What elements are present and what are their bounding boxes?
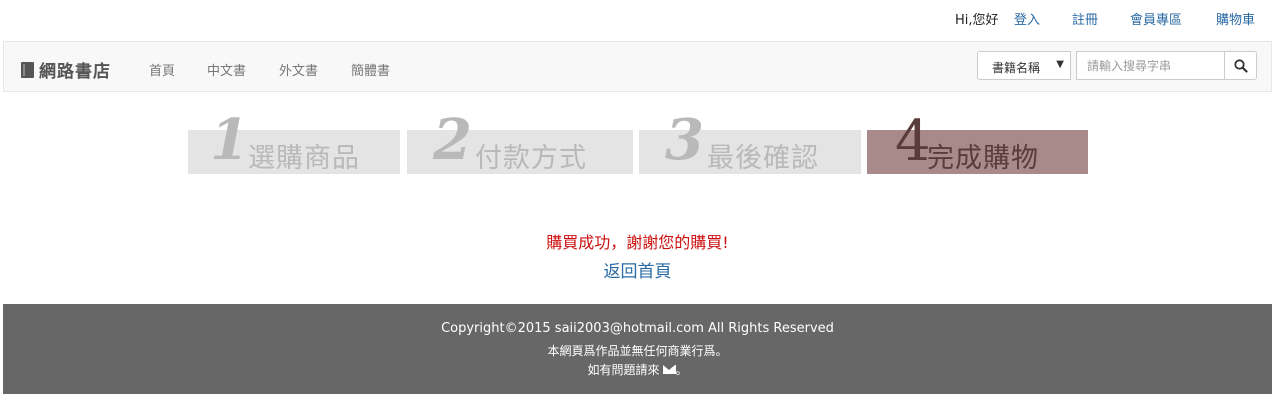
step-1-label: 選購商品 (248, 143, 360, 174)
contact-text: 如有問題請來 (587, 363, 660, 377)
contact-line: 如有問題請來 。 (3, 361, 1272, 378)
caret-down-icon: ▼ (1056, 59, 1064, 70)
step-2-label: 付款方式 (475, 143, 587, 174)
contact-end: 。 (675, 363, 688, 377)
top-bar: Hi,您好 登入 註冊 會員專區 購物車 (0, 0, 1275, 36)
greeting-text: Hi,您好 (955, 13, 999, 28)
footer: Copyright©2015 saii2003@hotmail.com All … (3, 304, 1272, 394)
brand-link[interactable]: 網路書店 (21, 57, 111, 82)
nav-foreign-books[interactable]: 外文書 (279, 60, 318, 79)
step-1: 1 選購商品 (188, 112, 400, 174)
mail-icon[interactable] (662, 365, 676, 374)
nav-home[interactable]: 首頁 (149, 60, 175, 79)
step-2-number: 2 (433, 107, 472, 173)
search-icon (1234, 59, 1248, 73)
step-1-number: 1 (210, 107, 249, 173)
search-category-value: 書籍名稱 (992, 61, 1041, 75)
search-category-select[interactable]: 書籍名稱 ▼ (977, 51, 1071, 80)
search-button[interactable] (1224, 51, 1257, 80)
success-message: 購買成功，謝謝您的購買! (546, 233, 729, 252)
step-3-number: 3 (665, 107, 704, 173)
nav-simplified-books[interactable]: 簡體書 (351, 60, 390, 79)
copyright-text: Copyright©2015 saii2003@hotmail.com All … (441, 321, 834, 336)
navbar: 網路書店 首頁 中文書 外文書 簡體書 書籍名稱 ▼ (3, 41, 1272, 92)
member-area-link[interactable]: 會員專區 (1130, 9, 1182, 28)
step-3: 3 最後確認 (639, 112, 861, 174)
step-4-active: 4 完成購物 (867, 114, 1088, 174)
step-3-label: 最後確認 (707, 143, 819, 174)
login-link[interactable]: 登入 (1014, 9, 1040, 28)
register-link[interactable]: 註冊 (1072, 9, 1098, 28)
brand-name: 網路書店 (39, 62, 111, 82)
back-home-link[interactable]: 返回首頁 (604, 262, 672, 282)
book-icon (21, 61, 34, 78)
nav-chinese-books[interactable]: 中文書 (207, 60, 246, 79)
search-input[interactable] (1076, 51, 1225, 80)
step-4-number: 4 (895, 109, 931, 174)
step-4-label: 完成購物 (927, 143, 1039, 174)
notice-text: 本網頁爲作品並無任何商業行爲。 (547, 344, 728, 358)
cart-link[interactable]: 購物車 (1216, 9, 1255, 28)
step-2: 2 付款方式 (407, 112, 633, 174)
